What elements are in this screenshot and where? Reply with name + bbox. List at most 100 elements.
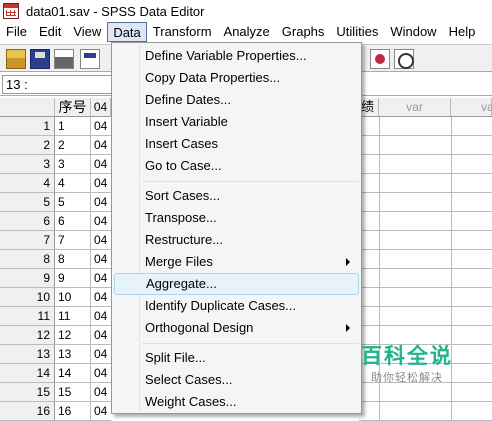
empty-cells[interactable] <box>359 193 492 212</box>
table-cell[interactable]: 04 <box>91 364 111 383</box>
table-cell[interactable]: 04 <box>91 212 111 231</box>
menu-item-identify-duplicate-cases[interactable]: Identify Duplicate Cases... <box>114 295 359 317</box>
empty-cells[interactable] <box>359 402 492 421</box>
table-cell[interactable]: 04 <box>91 155 111 174</box>
table-cell[interactable]: 9 <box>55 269 91 288</box>
menu-item-transpose[interactable]: Transpose... <box>114 207 359 229</box>
row-number[interactable]: 6 <box>0 212 55 231</box>
column-header[interactable]: 序号 <box>55 98 91 117</box>
table-cell[interactable]: 11 <box>55 307 91 326</box>
empty-cells[interactable] <box>359 174 492 193</box>
table-cell[interactable]: 04 <box>91 269 111 288</box>
watermark: 百科全说 助你轻松解决 <box>342 344 472 398</box>
menu-item-weight-cases[interactable]: Weight Cases... <box>114 391 359 413</box>
menu-utilities[interactable]: Utilities <box>330 22 384 42</box>
table-cell[interactable]: 04 <box>91 383 111 402</box>
table-cell[interactable]: 04 <box>91 326 111 345</box>
row-number[interactable]: 7 <box>0 231 55 250</box>
table-cell[interactable]: 04 <box>91 174 111 193</box>
empty-cells[interactable] <box>359 117 492 136</box>
empty-cells[interactable] <box>359 307 492 326</box>
menu-window[interactable]: Window <box>384 22 442 42</box>
empty-cells[interactable] <box>359 212 492 231</box>
table-cell[interactable]: 04 <box>91 231 111 250</box>
table-cell[interactable]: 04 <box>91 193 111 212</box>
menu-item-merge-files[interactable]: Merge Files <box>114 251 359 273</box>
table-cell[interactable]: 04 <box>91 288 111 307</box>
menu-graphs[interactable]: Graphs <box>276 22 331 42</box>
table-cell[interactable]: 04 <box>91 136 111 155</box>
use-sets-icon[interactable] <box>394 49 414 69</box>
row-number[interactable]: 12 <box>0 326 55 345</box>
table-cell[interactable]: 2 <box>55 136 91 155</box>
save-icon[interactable] <box>30 49 50 69</box>
menu-item-define-dates[interactable]: Define Dates... <box>114 89 359 111</box>
empty-cells[interactable] <box>359 326 492 345</box>
empty-cells[interactable] <box>359 155 492 174</box>
table-cell[interactable]: 12 <box>55 326 91 345</box>
table-cell[interactable]: 6 <box>55 212 91 231</box>
row-number[interactable]: 1 <box>0 117 55 136</box>
menu-analyze[interactable]: Analyze <box>218 22 276 42</box>
table-cell[interactable]: 3 <box>55 155 91 174</box>
empty-cells[interactable] <box>359 269 492 288</box>
menu-edit[interactable]: Edit <box>33 22 67 42</box>
menu-help[interactable]: Help <box>443 22 482 42</box>
menu-file[interactable]: File <box>0 22 33 42</box>
table-cell[interactable]: 04 <box>91 117 111 136</box>
menu-item-go-to-case[interactable]: Go to Case... <box>114 155 359 177</box>
menu-transform[interactable]: Transform <box>147 22 218 42</box>
table-cell[interactable]: 10 <box>55 288 91 307</box>
empty-cells[interactable] <box>359 136 492 155</box>
table-cell[interactable]: 04 <box>91 307 111 326</box>
table-cell[interactable]: 04 <box>91 250 111 269</box>
menu-item-define-variable-properties[interactable]: Define Variable Properties... <box>114 45 359 67</box>
row-number[interactable]: 2 <box>0 136 55 155</box>
row-number[interactable]: 15 <box>0 383 55 402</box>
menu-item-insert-variable[interactable]: Insert Variable <box>114 111 359 133</box>
column-header[interactable]: var <box>451 98 492 117</box>
menu-item-copy-data-properties[interactable]: Copy Data Properties... <box>114 67 359 89</box>
print-icon[interactable] <box>54 49 74 69</box>
table-cell[interactable]: 8 <box>55 250 91 269</box>
menu-data[interactable]: Data <box>107 22 147 42</box>
table-cell[interactable]: 4 <box>55 174 91 193</box>
empty-cells[interactable] <box>359 231 492 250</box>
row-number[interactable]: 16 <box>0 402 55 421</box>
table-cell[interactable]: 04 <box>91 345 111 364</box>
table-cell[interactable]: 5 <box>55 193 91 212</box>
menu-item-split-file[interactable]: Split File... <box>114 347 359 369</box>
cell-reference[interactable]: 13 : <box>2 75 114 94</box>
table-cell[interactable]: 16 <box>55 402 91 421</box>
empty-cells[interactable] <box>359 250 492 269</box>
column-header[interactable]: 绩 <box>359 98 379 117</box>
column-header[interactable]: 04 <box>91 98 111 117</box>
value-labels-icon[interactable] <box>370 49 390 69</box>
column-header[interactable]: var <box>379 98 451 117</box>
menu-item-sort-cases[interactable]: Sort Cases... <box>114 185 359 207</box>
row-number[interactable]: 4 <box>0 174 55 193</box>
menu-item-insert-cases[interactable]: Insert Cases <box>114 133 359 155</box>
row-number[interactable]: 8 <box>0 250 55 269</box>
menu-item-restructure[interactable]: Restructure... <box>114 229 359 251</box>
dialog-recall-icon[interactable] <box>80 49 100 69</box>
empty-cells[interactable] <box>359 288 492 307</box>
table-cell[interactable]: 14 <box>55 364 91 383</box>
table-cell[interactable]: 04 <box>91 402 111 421</box>
row-number[interactable]: 11 <box>0 307 55 326</box>
menu-item-orthogonal-design[interactable]: Orthogonal Design <box>114 317 359 339</box>
menu-item-select-cases[interactable]: Select Cases... <box>114 369 359 391</box>
row-number[interactable]: 9 <box>0 269 55 288</box>
row-number[interactable]: 3 <box>0 155 55 174</box>
row-number[interactable]: 5 <box>0 193 55 212</box>
table-cell[interactable]: 13 <box>55 345 91 364</box>
table-cell[interactable]: 1 <box>55 117 91 136</box>
table-cell[interactable]: 15 <box>55 383 91 402</box>
row-number[interactable]: 13 <box>0 345 55 364</box>
row-number[interactable]: 10 <box>0 288 55 307</box>
menu-view[interactable]: View <box>67 22 107 42</box>
open-file-icon[interactable] <box>6 49 26 69</box>
menu-item-aggregate[interactable]: Aggregate... <box>114 273 359 295</box>
table-cell[interactable]: 7 <box>55 231 91 250</box>
row-number[interactable]: 14 <box>0 364 55 383</box>
